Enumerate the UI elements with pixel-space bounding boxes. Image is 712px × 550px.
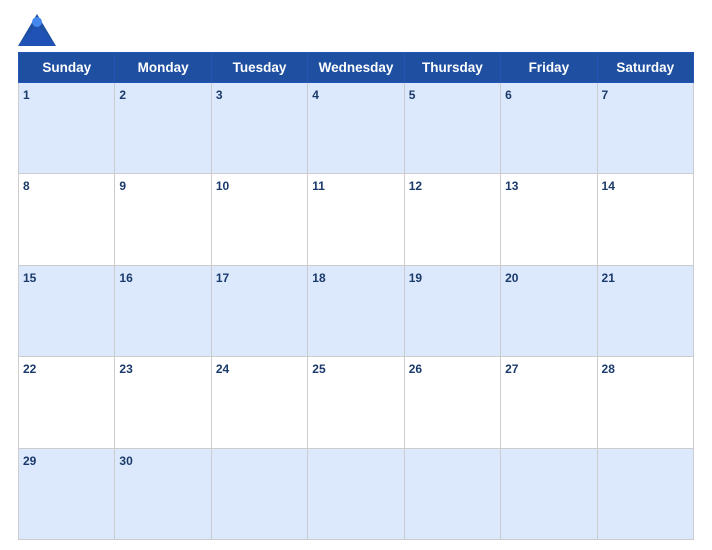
day-number: 8 xyxy=(23,179,30,193)
day-number: 25 xyxy=(312,362,325,376)
day-number: 11 xyxy=(312,179,325,193)
calendar-day-cell: 27 xyxy=(501,357,597,448)
logo-area xyxy=(18,14,60,44)
calendar-day-cell: 24 xyxy=(211,357,307,448)
calendar-day-cell: 21 xyxy=(597,265,693,356)
calendar-week-row: 29 30 xyxy=(19,448,694,539)
day-number: 10 xyxy=(216,179,229,193)
calendar-day-cell: 20 xyxy=(501,265,597,356)
weekday-header-monday: Monday xyxy=(115,53,211,83)
weekday-header-row: SundayMondayTuesdayWednesdayThursdayFrid… xyxy=(19,53,694,83)
calendar-day-cell xyxy=(597,448,693,539)
day-number: 2 xyxy=(119,88,126,102)
calendar-week-row: 1 2 3 4 5 6 7 xyxy=(19,83,694,174)
calendar-day-cell: 8 xyxy=(19,174,115,265)
calendar-header xyxy=(18,10,694,46)
calendar-day-cell: 5 xyxy=(404,83,500,174)
calendar-day-cell: 18 xyxy=(308,265,404,356)
day-number: 18 xyxy=(312,271,325,285)
day-number: 16 xyxy=(119,271,132,285)
calendar-day-cell: 2 xyxy=(115,83,211,174)
calendar-week-row: 8 9 10 11 12 13 14 xyxy=(19,174,694,265)
calendar-day-cell: 13 xyxy=(501,174,597,265)
calendar-day-cell: 28 xyxy=(597,357,693,448)
calendar-day-cell: 14 xyxy=(597,174,693,265)
day-number: 30 xyxy=(119,454,132,468)
calendar-day-cell: 9 xyxy=(115,174,211,265)
calendar-day-cell: 16 xyxy=(115,265,211,356)
day-number: 7 xyxy=(602,88,609,102)
day-number: 28 xyxy=(602,362,615,376)
day-number: 29 xyxy=(23,454,36,468)
calendar-day-cell xyxy=(308,448,404,539)
calendar-day-cell: 10 xyxy=(211,174,307,265)
day-number: 22 xyxy=(23,362,36,376)
calendar-week-row: 22 23 24 25 26 27 28 xyxy=(19,357,694,448)
day-number: 12 xyxy=(409,179,422,193)
day-number: 9 xyxy=(119,179,126,193)
calendar-day-cell: 23 xyxy=(115,357,211,448)
calendar-day-cell: 3 xyxy=(211,83,307,174)
weekday-header-tuesday: Tuesday xyxy=(211,53,307,83)
calendar-day-cell: 29 xyxy=(19,448,115,539)
day-number: 4 xyxy=(312,88,319,102)
weekday-header-thursday: Thursday xyxy=(404,53,500,83)
weekday-header-wednesday: Wednesday xyxy=(308,53,404,83)
calendar-day-cell: 12 xyxy=(404,174,500,265)
calendar-day-cell: 11 xyxy=(308,174,404,265)
calendar-day-cell: 6 xyxy=(501,83,597,174)
calendar-day-cell: 19 xyxy=(404,265,500,356)
day-number: 15 xyxy=(23,271,36,285)
day-number: 3 xyxy=(216,88,223,102)
day-number: 21 xyxy=(602,271,615,285)
calendar-day-cell: 17 xyxy=(211,265,307,356)
calendar-day-cell: 7 xyxy=(597,83,693,174)
calendar-day-cell xyxy=(211,448,307,539)
day-number: 27 xyxy=(505,362,518,376)
day-number: 26 xyxy=(409,362,422,376)
day-number: 5 xyxy=(409,88,416,102)
calendar-day-cell: 4 xyxy=(308,83,404,174)
day-number: 14 xyxy=(602,179,615,193)
day-number: 20 xyxy=(505,271,518,285)
day-number: 17 xyxy=(216,271,229,285)
calendar-table: SundayMondayTuesdayWednesdayThursdayFrid… xyxy=(18,52,694,540)
day-number: 6 xyxy=(505,88,512,102)
weekday-header-friday: Friday xyxy=(501,53,597,83)
calendar-day-cell: 1 xyxy=(19,83,115,174)
day-number: 1 xyxy=(23,88,30,102)
calendar-day-cell: 25 xyxy=(308,357,404,448)
calendar-week-row: 15 16 17 18 19 20 21 xyxy=(19,265,694,356)
calendar-day-cell xyxy=(404,448,500,539)
day-number: 13 xyxy=(505,179,518,193)
calendar-day-cell xyxy=(501,448,597,539)
calendar-day-cell: 15 xyxy=(19,265,115,356)
calendar-day-cell: 22 xyxy=(19,357,115,448)
weekday-header-saturday: Saturday xyxy=(597,53,693,83)
day-number: 23 xyxy=(119,362,132,376)
day-number: 24 xyxy=(216,362,229,376)
logo-icon xyxy=(18,14,56,44)
day-number: 19 xyxy=(409,271,422,285)
calendar-day-cell: 26 xyxy=(404,357,500,448)
weekday-header-sunday: Sunday xyxy=(19,53,115,83)
calendar-day-cell: 30 xyxy=(115,448,211,539)
